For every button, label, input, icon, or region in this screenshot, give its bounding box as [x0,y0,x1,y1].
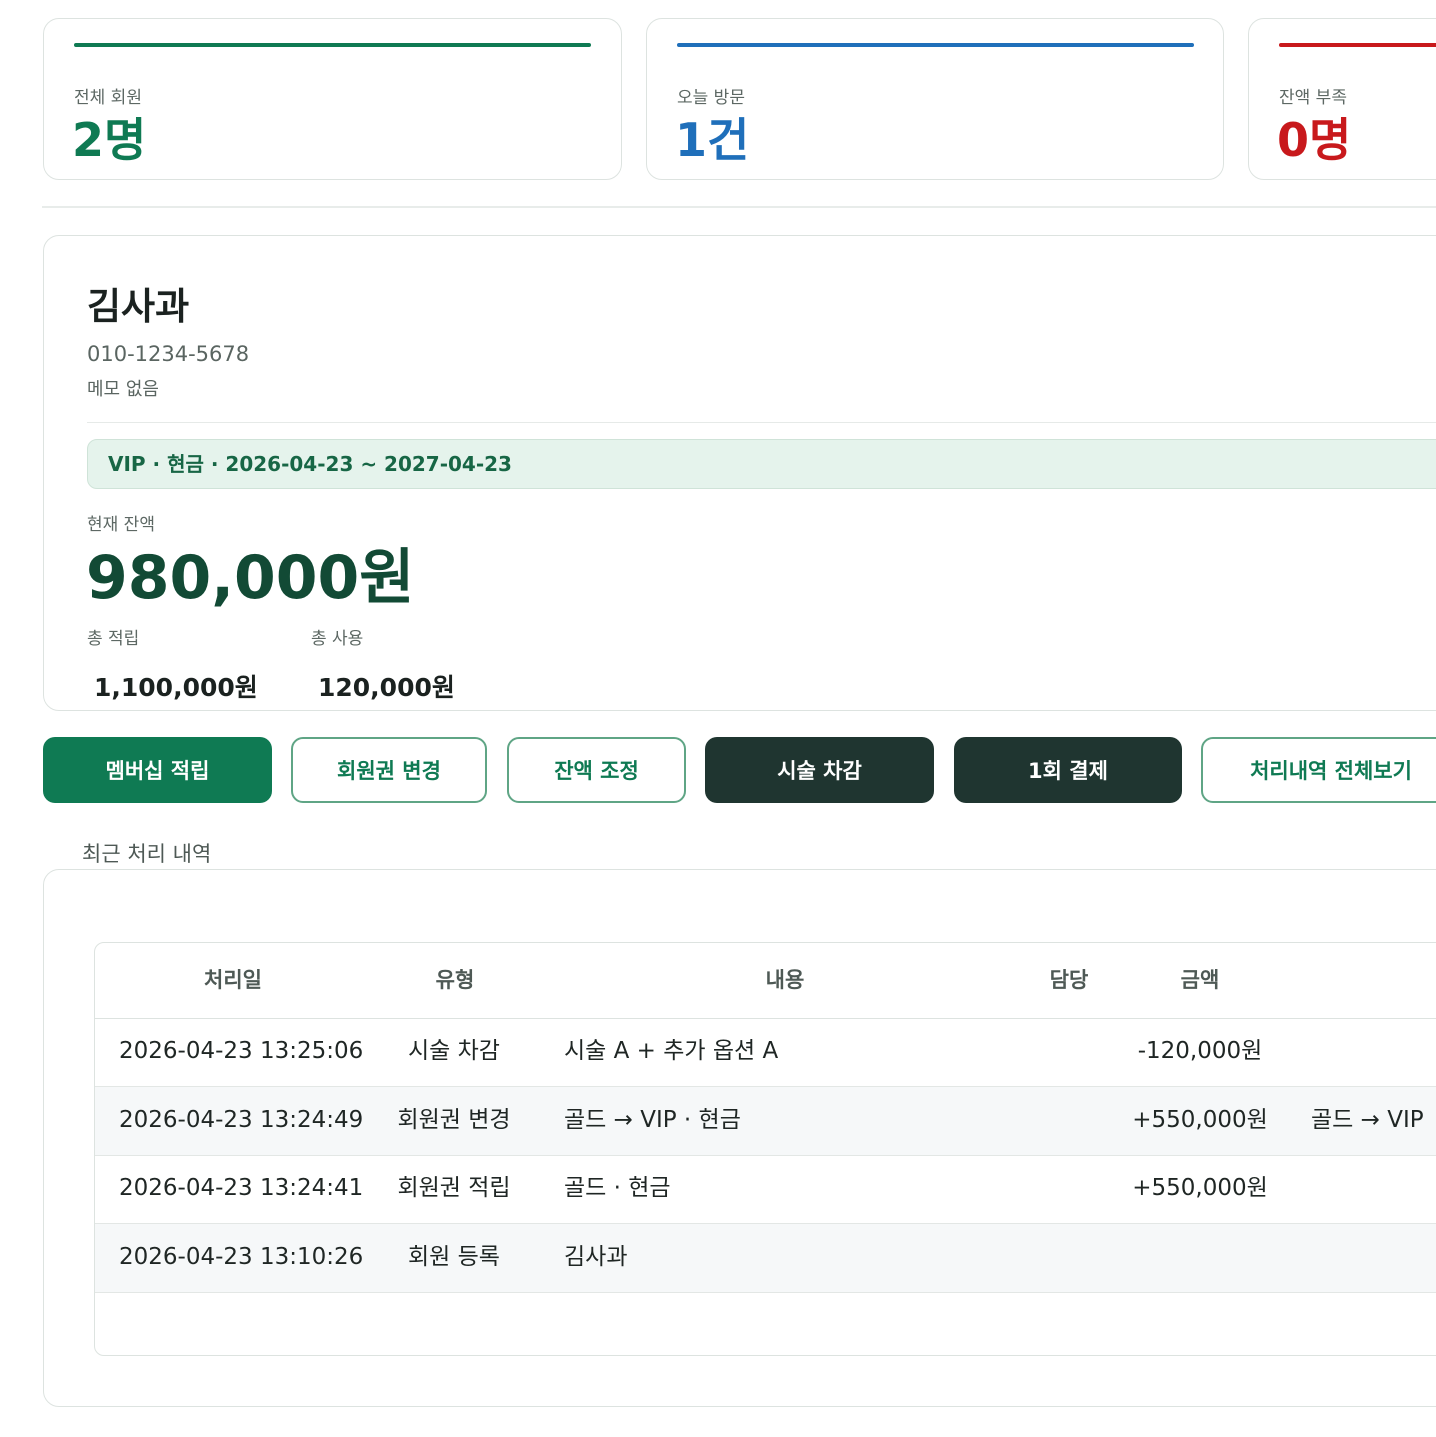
member-memo: 메모 없음 [87,379,159,400]
stat-accent-bar [677,43,1194,47]
row-amount: -120,000원 [1137,1038,1263,1064]
table-row[interactable]: 2026-04-23 13:24:41 회원권 적립 골드 · 현금 +550,… [95,1155,1436,1224]
membership-change-button[interactable]: 회원권 변경 [291,737,487,803]
stat-card-low-balance: 잔액 부족 0명 [1248,18,1436,180]
single-payment-button[interactable]: 1회 결제 [954,737,1182,803]
header-staff: 담당 [1049,968,1089,992]
header-amount: 금액 [1180,968,1220,992]
membership-badge: VIP · 현금 · 2026-04-23 ~ 2027-04-23 [87,439,1436,489]
header-content: 내용 [765,968,805,992]
row-note: 골드 → VIP [1311,1107,1424,1133]
history-table: 처리일 유형 내용 담당 금액 2026-04-23 13:25:06 시술 차… [94,942,1436,1356]
table-row[interactable]: 2026-04-23 13:24:49 회원권 변경 골드 → VIP · 현금… [95,1087,1436,1156]
table-row[interactable]: 2026-04-23 13:10:26 회원 등록 김사과 [95,1224,1436,1293]
total-used-value: 120,000원 [318,673,455,702]
stat-label: 전체 회원 [74,88,142,108]
recent-history-card: 처리일 유형 내용 담당 금액 2026-04-23 13:25:06 시술 차… [43,869,1436,1407]
table-row[interactable]: 2026-04-23 13:25:06 시술 차감 시술 A + 추가 옵션 A… [95,1018,1436,1087]
row-content: 골드 · 현금 [564,1175,671,1201]
header-type: 유형 [435,968,475,992]
stat-card-today-visits: 오늘 방문 1건 [646,18,1224,180]
row-amount: +550,000원 [1132,1107,1268,1133]
header-date: 처리일 [204,968,262,992]
row-content: 김사과 [564,1244,628,1270]
stat-card-total-members: 전체 회원 2명 [43,18,622,180]
row-date: 2026-04-23 13:10:26 [119,1244,364,1270]
stat-label: 오늘 방문 [677,88,745,108]
treatment-deduct-button[interactable]: 시술 차감 [705,737,934,803]
total-earned-value: 1,100,000원 [94,673,258,702]
member-phone: 010-1234-5678 [87,342,250,366]
row-date: 2026-04-23 13:24:41 [119,1175,364,1201]
row-type: 회원권 변경 [397,1107,511,1133]
view-all-history-button[interactable]: 처리내역 전체보기 [1201,737,1436,803]
row-date: 2026-04-23 13:24:49 [119,1107,364,1133]
row-type: 회원권 적립 [397,1175,511,1201]
row-type: 시술 차감 [408,1038,500,1064]
row-date: 2026-04-23 13:25:06 [119,1038,364,1064]
table-header: 처리일 유형 내용 담당 금액 [95,943,1436,1019]
total-used-label: 총 사용 [311,629,364,649]
row-content: 시술 A + 추가 옵션 A [564,1038,779,1064]
stat-accent-bar [1279,43,1436,47]
stat-value: 1건 [675,113,750,167]
total-earned-label: 총 적립 [87,629,140,649]
member-name: 김사과 [87,285,190,328]
row-amount: +550,000원 [1132,1175,1268,1201]
member-divider [87,422,1436,423]
stat-value: 2명 [72,113,147,167]
stat-value: 0명 [1277,113,1352,167]
membership-earn-button[interactable]: 멤버십 적립 [43,737,272,803]
section-divider [42,206,1436,208]
stat-label: 잔액 부족 [1279,88,1347,108]
row-type: 회원 등록 [408,1244,500,1270]
balance-adjust-button[interactable]: 잔액 조정 [507,737,686,803]
row-content: 골드 → VIP · 현금 [564,1107,741,1133]
member-detail-card: 김사과 010-1234-5678 메모 없음 VIP · 현금 · 2026-… [43,235,1436,711]
balance-label: 현재 잔액 [87,515,155,535]
balance-value: 980,000원 [86,543,415,613]
stat-accent-bar [74,43,591,47]
recent-history-title: 최근 처리 내역 [82,842,212,866]
